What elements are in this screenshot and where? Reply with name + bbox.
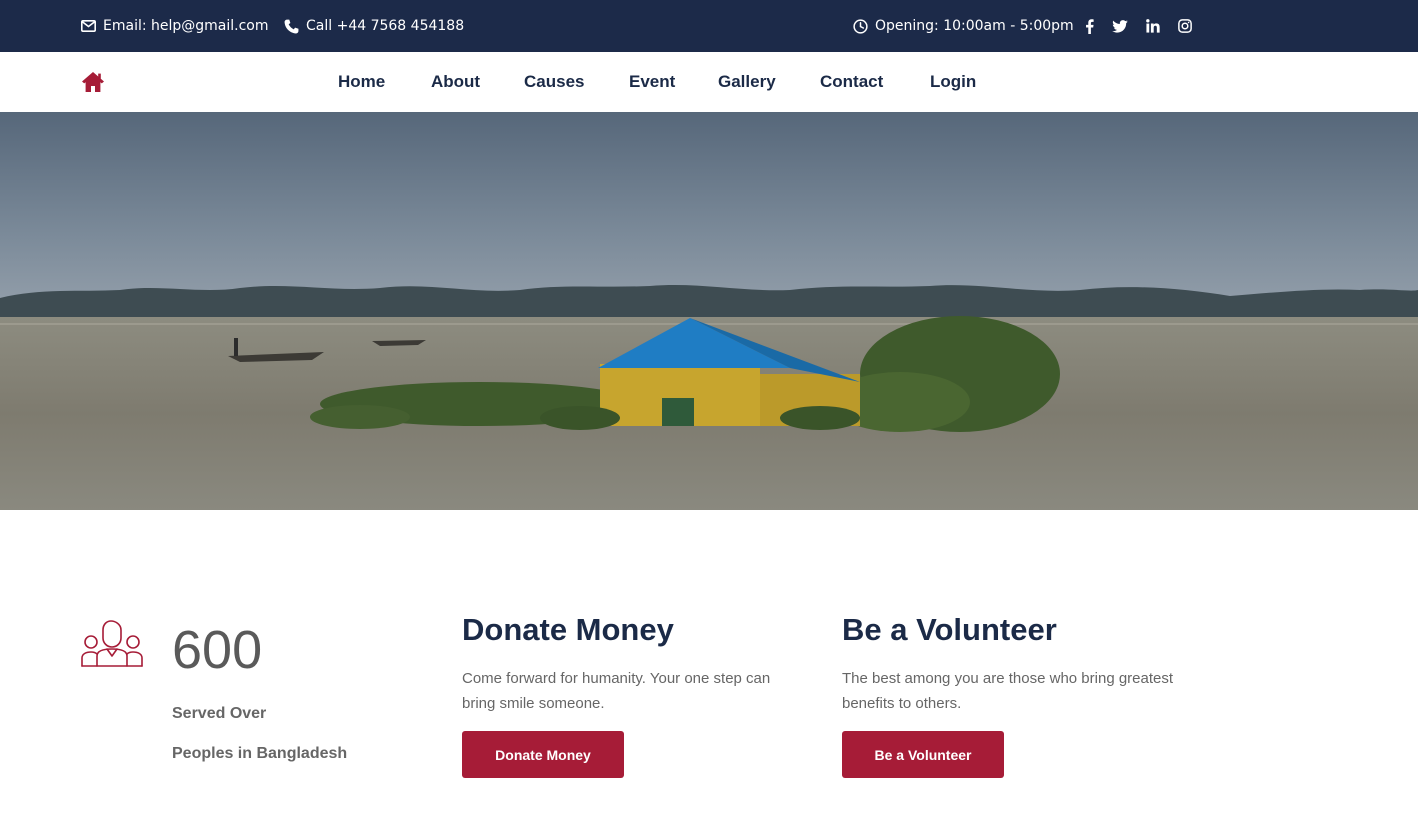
nav-about[interactable]: About <box>431 52 480 112</box>
stat-number: 600 <box>172 620 263 680</box>
phone-text: Call +44 7568 454188 <box>306 18 465 34</box>
facebook-icon[interactable] <box>1079 0 1099 52</box>
nav-login[interactable]: Login <box>930 52 976 112</box>
donate-money-button[interactable]: Donate Money <box>462 731 624 778</box>
volunteer-text: The best among you are those who bring g… <box>842 670 1174 712</box>
donate-money-text: Come forward for humanity. Your one step… <box>462 670 771 712</box>
email-contact[interactable]: Email: help@gmail.com <box>81 0 269 52</box>
volunteer-title: Be a Volunteer <box>842 612 1057 647</box>
opening-hours: Opening: 10:00am - 5:00pm <box>853 0 1074 52</box>
linkedin-icon[interactable] <box>1143 0 1163 52</box>
donate-money-title: Donate Money <box>462 612 674 647</box>
nav-causes[interactable]: Causes <box>524 52 584 112</box>
top-bar: Email: help@gmail.com Call +44 7568 4541… <box>0 0 1418 52</box>
main-navbar: Home About Causes Event Gallery Contact … <box>0 52 1418 112</box>
nav-contact[interactable]: Contact <box>820 52 883 112</box>
phone-contact[interactable]: Call +44 7568 454188 <box>284 0 464 52</box>
twitter-icon[interactable] <box>1110 0 1130 52</box>
volunteer-button[interactable]: Be a Volunteer <box>842 731 1004 778</box>
clock-icon <box>853 18 875 34</box>
email-text: Email: help@gmail.com <box>103 18 269 34</box>
nav-event[interactable]: Event <box>629 52 675 112</box>
phone-icon <box>284 19 306 34</box>
home-icon[interactable] <box>81 71 105 93</box>
stat-label-1: Served Over <box>172 705 267 722</box>
instagram-icon[interactable] <box>1175 0 1195 52</box>
people-group-icon <box>81 620 143 668</box>
hero-image <box>0 112 1418 510</box>
nav-gallery[interactable]: Gallery <box>718 52 776 112</box>
nav-home[interactable]: Home <box>338 52 385 112</box>
envelope-icon <box>81 20 103 32</box>
opening-text: Opening: 10:00am - 5:00pm <box>875 18 1074 34</box>
stat-label-2: Peoples in Bangladesh <box>172 745 348 762</box>
